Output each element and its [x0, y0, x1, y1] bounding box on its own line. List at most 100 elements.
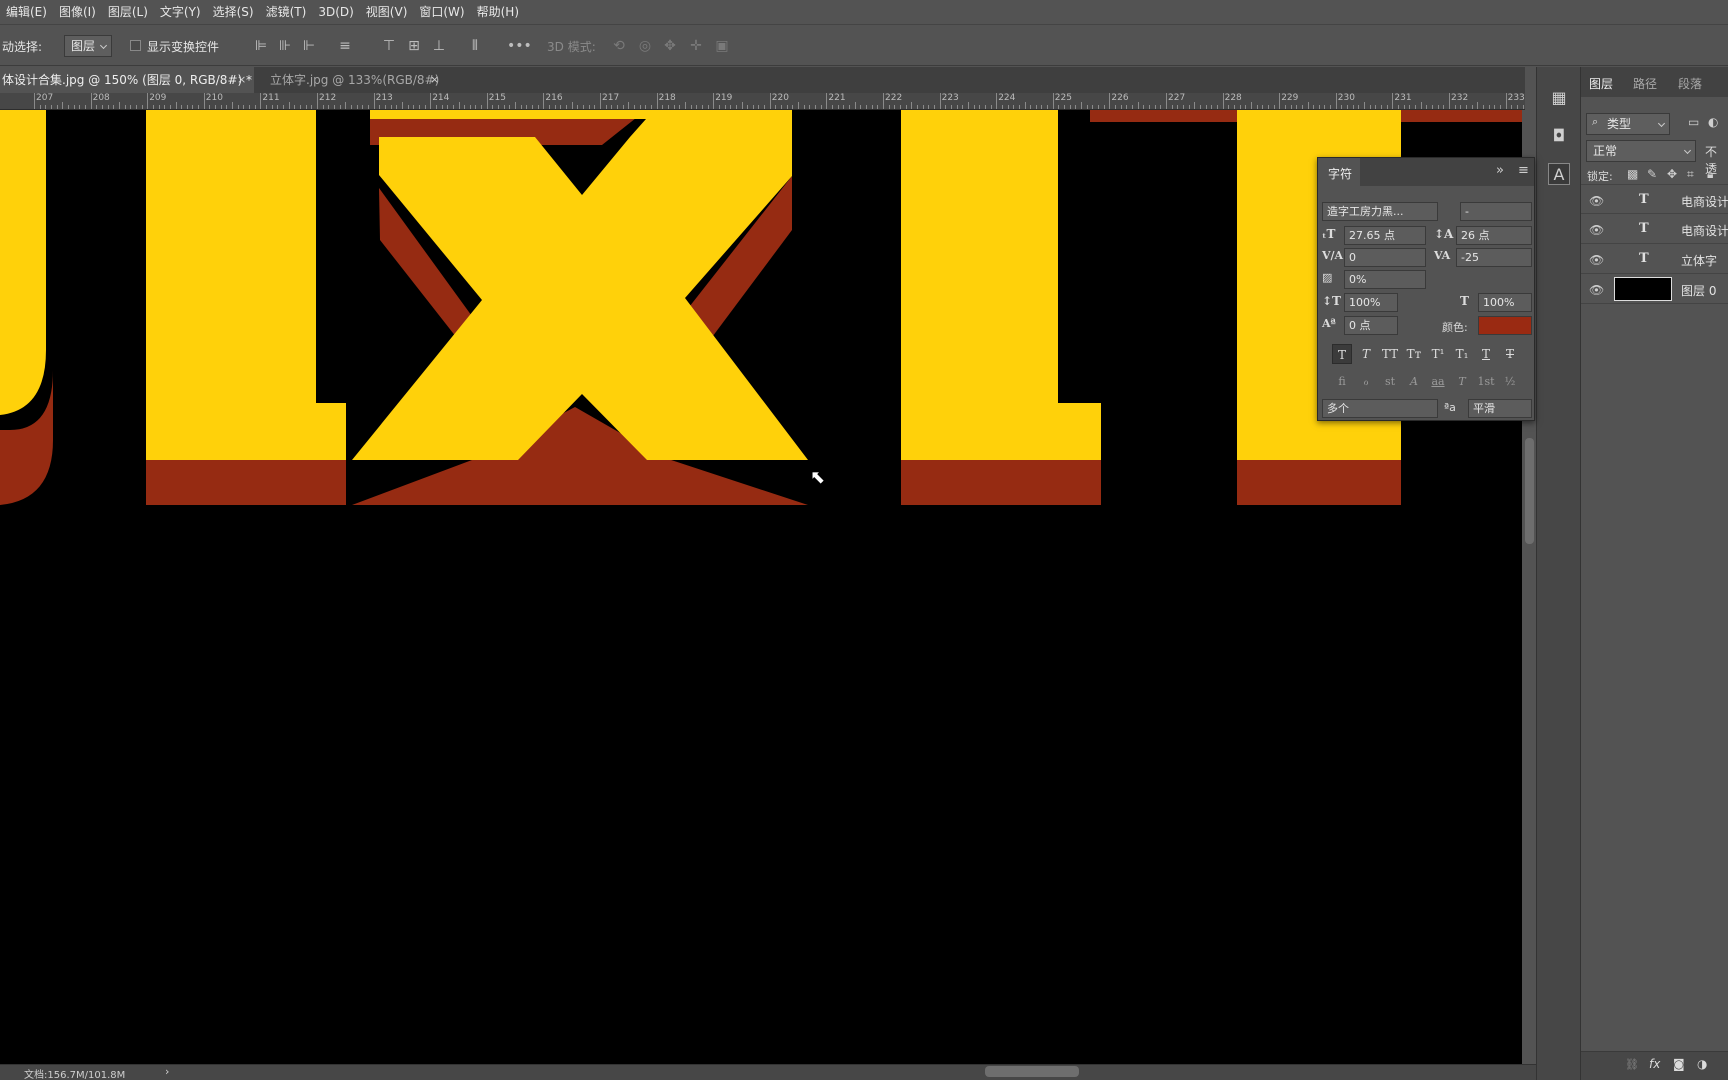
language-dropdown[interactable]: 多个: [1322, 399, 1438, 418]
discretionary-ligatures-button[interactable]: st: [1380, 372, 1400, 392]
small-caps-button[interactable]: Tт: [1404, 344, 1424, 364]
menu-edit[interactable]: 编辑(E): [0, 0, 53, 25]
grid-icon[interactable]: ▦: [1548, 87, 1570, 109]
lock-position-icon[interactable]: ✥: [1667, 167, 1677, 181]
lock-pixels-icon[interactable]: ✎: [1647, 167, 1657, 181]
character-panel-title[interactable]: 字符: [1328, 165, 1352, 182]
ordinals-button[interactable]: 1st: [1476, 372, 1496, 392]
font-family-dropdown[interactable]: 造字工房力黑...: [1322, 202, 1438, 221]
layer-row[interactable]: 👁︎ T 电商设计: [1581, 214, 1728, 244]
baseline-shift-field[interactable]: 0 点: [1344, 316, 1398, 335]
adjustment-filter-icon[interactable]: ◐: [1708, 115, 1718, 129]
3d-rotate-icon[interactable]: ⟲: [610, 37, 628, 55]
3d-slide-icon[interactable]: ✛: [687, 37, 705, 55]
align-top-icon[interactable]: ⊤: [380, 37, 398, 55]
ruler-tick: [945, 105, 947, 109]
tab-document-1[interactable]: 体设计合集.jpg @ 150% (图层 0, RGB/8#) * ×: [0, 67, 254, 93]
layer-row[interactable]: 👁︎ T 立体字: [1581, 244, 1728, 274]
stylistic-alternates-button[interactable]: aa: [1428, 372, 1448, 392]
tab-layers[interactable]: 图层: [1589, 75, 1613, 92]
menu-layer[interactable]: 图层(L): [102, 0, 154, 25]
ruler-tick: [662, 105, 664, 109]
tab-paths[interactable]: 路径: [1633, 75, 1657, 92]
fx-icon[interactable]: fx: [1649, 1057, 1660, 1071]
collapse-icon[interactable]: »: [1496, 163, 1504, 178]
subscript-button[interactable]: T₁: [1452, 344, 1472, 364]
distribute-icon[interactable]: ≡: [336, 37, 354, 55]
align-right-icon[interactable]: ⊩: [300, 37, 318, 55]
align-center-icon[interactable]: ⊪: [276, 37, 294, 55]
font-size-field[interactable]: 27.65 点: [1344, 226, 1426, 245]
auto-select-dropdown[interactable]: 图层: [64, 35, 112, 57]
3d-roll-icon[interactable]: ◎: [636, 37, 654, 55]
ruler-tick: [84, 105, 86, 109]
close-icon[interactable]: ×: [237, 67, 246, 93]
superscript-button[interactable]: T¹: [1428, 344, 1448, 364]
distribute-vertical-icon[interactable]: ⫴: [466, 37, 484, 55]
menu-view[interactable]: 视图(V): [360, 0, 414, 25]
visibility-eye-icon[interactable]: 👁︎: [1589, 223, 1604, 237]
layer-row[interactable]: 👁︎ T 电商设计: [1581, 184, 1728, 214]
layer-row[interactable]: 👁︎ 图层 0: [1581, 274, 1728, 304]
menu-filter[interactable]: 滤镜(T): [260, 0, 313, 25]
faux-italic-button[interactable]: T: [1356, 344, 1376, 364]
horizontal-ruler[interactable]: 207 208 209 210 211 212 213 214 215 216 217 218 219 2…: [0, 93, 1525, 110]
tab-paragraph[interactable]: 段落: [1678, 75, 1702, 92]
leading-field[interactable]: 26 点: [1456, 226, 1532, 245]
image-filter-icon[interactable]: ▭: [1688, 115, 1699, 129]
fractions-button[interactable]: ½: [1500, 372, 1520, 392]
lock-all-icon[interactable]: 🔒︎: [1707, 167, 1713, 182]
lock-transparency-icon[interactable]: ▩: [1627, 167, 1638, 181]
tracking-field[interactable]: -25: [1456, 248, 1532, 267]
blend-mode-dropdown[interactable]: 正常: [1586, 140, 1696, 162]
adjustment-icon[interactable]: ◑: [1697, 1057, 1707, 1071]
visibility-eye-icon[interactable]: 👁︎: [1589, 253, 1604, 267]
ruler-tick: [1415, 105, 1417, 109]
lock-artboard-icon[interactable]: ⌗: [1687, 167, 1694, 182]
menu-image[interactable]: 图像(I): [53, 0, 102, 25]
horizontal-scale-field[interactable]: 100%: [1478, 293, 1532, 312]
ligatures-button[interactable]: fi: [1332, 372, 1352, 392]
strikethrough-button[interactable]: T: [1500, 344, 1520, 364]
font-style-dropdown[interactable]: -: [1460, 202, 1532, 221]
character-panel-icon[interactable]: A: [1548, 163, 1570, 185]
menu-select[interactable]: 选择(S): [207, 0, 260, 25]
faux-bold-button[interactable]: T: [1332, 344, 1352, 364]
titling-alternates-button[interactable]: T: [1452, 372, 1472, 392]
ruler-tick: [1143, 105, 1145, 109]
all-caps-button[interactable]: TT: [1380, 344, 1400, 364]
canvas[interactable]: ⬉: [0, 110, 1522, 1064]
3d-drag-icon[interactable]: ✥: [661, 37, 679, 55]
tab-document-2[interactable]: 立体字.jpg @ 133%(RGB/8#) ×: [262, 67, 452, 93]
horizontal-scroll-thumb[interactable]: [985, 1066, 1079, 1077]
more-options-icon[interactable]: •••: [507, 37, 532, 55]
panel-menu-icon[interactable]: ≡: [1518, 163, 1529, 178]
visibility-eye-icon[interactable]: 👁︎: [1589, 194, 1604, 208]
antialias-dropdown[interactable]: 平滑: [1468, 399, 1532, 418]
align-middle-icon[interactable]: ⊞: [405, 37, 423, 55]
vertical-scale-field[interactable]: 100%: [1344, 293, 1398, 312]
align-left-icon[interactable]: ⊫: [252, 37, 270, 55]
status-menu-icon[interactable]: ›: [165, 1065, 169, 1078]
visibility-eye-icon[interactable]: 👁︎: [1589, 283, 1604, 297]
show-transform-checkbox[interactable]: [130, 40, 141, 51]
layer-filter-dropdown[interactable]: 类型: [1586, 113, 1670, 135]
menu-3d[interactable]: 3D(D): [312, 0, 359, 25]
3d-camera-icon[interactable]: ▣: [713, 37, 731, 55]
tsume-field[interactable]: 0%: [1344, 270, 1426, 289]
kerning-field[interactable]: 0: [1344, 248, 1426, 267]
ruler-tick: [532, 105, 534, 109]
libraries-icon[interactable]: ◘: [1548, 125, 1570, 147]
menu-window[interactable]: 窗口(W): [413, 0, 470, 25]
menu-help[interactable]: 帮助(H): [471, 0, 525, 25]
mask-icon[interactable]: ◙: [1673, 1057, 1685, 1071]
link-icon[interactable]: ⛓︎: [1625, 1058, 1639, 1071]
swash-button[interactable]: A: [1404, 372, 1424, 392]
underline-button[interactable]: T: [1476, 344, 1496, 364]
alternate-ligatures-button[interactable]: ℴ: [1356, 372, 1376, 392]
text-color-swatch[interactable]: [1478, 316, 1532, 335]
close-icon[interactable]: ×: [430, 67, 439, 93]
vertical-scroll-thumb[interactable]: [1525, 438, 1534, 544]
align-bottom-icon[interactable]: ⊥: [430, 37, 448, 55]
menu-type[interactable]: 文字(Y): [154, 0, 207, 25]
